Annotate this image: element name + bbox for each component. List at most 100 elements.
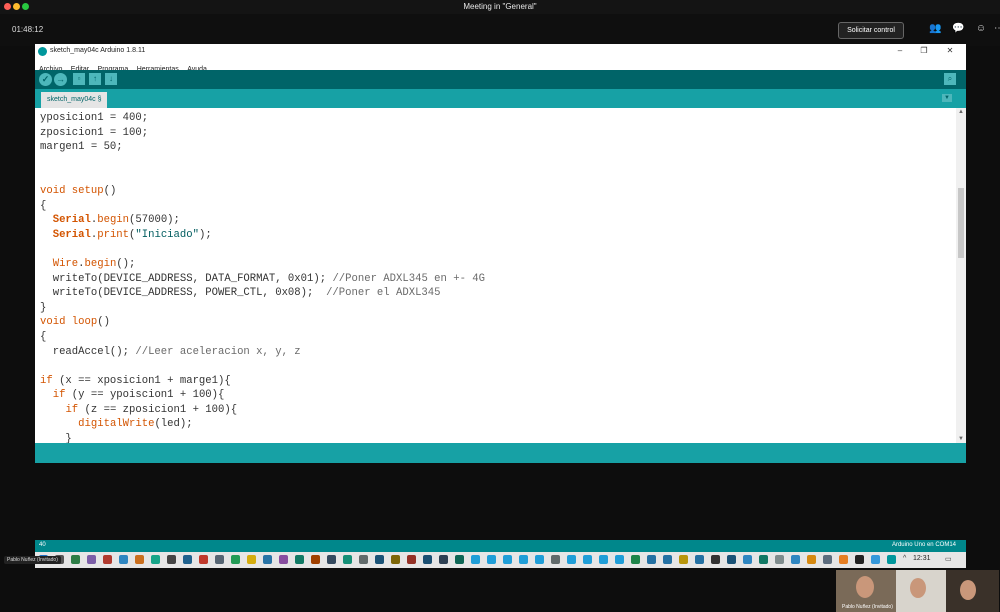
save-sketch-icon[interactable]: ↓ [105, 73, 117, 85]
app-icon[interactable] [839, 555, 848, 564]
app-icon[interactable] [279, 555, 288, 564]
app-icon[interactable] [103, 555, 112, 564]
code-line: digitalWrite(led); [78, 418, 193, 431]
request-control-button[interactable]: Solicitar control [838, 22, 904, 39]
people-icon[interactable]: 👥 [929, 23, 941, 35]
tray-chevron-icon[interactable]: ^ [903, 555, 906, 562]
upload-icon[interactable]: → [54, 73, 67, 86]
app-icon[interactable] [71, 555, 80, 564]
app-icon[interactable] [583, 555, 592, 564]
app-icon[interactable] [295, 555, 304, 564]
app-icon[interactable] [727, 555, 736, 564]
app-icon[interactable] [471, 555, 480, 564]
teams-title-bar: Meeting in "General" [0, 0, 1000, 14]
app-icon[interactable] [327, 555, 336, 564]
app-icon[interactable] [551, 555, 560, 564]
code-line: yposicion1 = 400; [40, 112, 149, 124]
app-icon[interactable] [695, 555, 704, 564]
app-icon[interactable] [823, 555, 832, 564]
line-number: 40 [39, 542, 46, 548]
app-icon[interactable] [855, 555, 864, 564]
app-icon[interactable] [423, 555, 432, 564]
scroll-down-icon[interactable]: ▼ [956, 436, 966, 442]
app-icon[interactable] [663, 555, 672, 564]
participant-video-tile[interactable]: Pablo Nuñez (Invitado) [836, 570, 999, 612]
verify-icon[interactable]: ✓ [39, 73, 52, 86]
chat-icon[interactable]: 💬 [952, 23, 964, 35]
app-icon[interactable] [535, 555, 544, 564]
app-icon[interactable] [743, 555, 752, 564]
editor-scrollbar[interactable]: ▲ ▼ [956, 108, 966, 443]
app-icon[interactable] [599, 555, 608, 564]
face-shape [910, 578, 926, 598]
new-sketch-icon[interactable]: ▫ [73, 73, 85, 85]
more-icon[interactable]: ⋯ [994, 23, 1000, 35]
app-icon[interactable] [519, 555, 528, 564]
notification-icon[interactable]: ▭ [945, 555, 952, 563]
app-icon[interactable] [215, 555, 224, 564]
code-line: if (x == xposicion1 + marge1){ [40, 374, 231, 387]
code-line: margen1 = 50; [40, 141, 123, 154]
restore-icon[interactable]: ❐ [919, 46, 929, 55]
app-icon[interactable] [711, 555, 720, 564]
app-icon[interactable] [199, 555, 208, 564]
code-line: void setup() [40, 184, 117, 197]
app-icon[interactable] [487, 555, 496, 564]
window-titlebar: sketch_may04c Arduino 1.8.11 – ❐ ✕ [35, 44, 966, 58]
console-divider[interactable] [35, 443, 966, 463]
scrollbar-thumb[interactable] [958, 188, 964, 258]
open-sketch-icon[interactable]: ↑ [89, 73, 101, 85]
tab-menu-chevron-down-icon[interactable]: ▼ [942, 94, 952, 102]
app-icon[interactable] [391, 555, 400, 564]
video-participant-label: Pablo Nuñez (Invitado) [842, 604, 893, 610]
app-icon[interactable] [631, 555, 640, 564]
presenter-name-badge: Pablo Nuñez (Invitado) [4, 556, 61, 564]
ide-status-bar: 40 Arduino Uno en COM14 [35, 540, 966, 552]
app-icon[interactable] [615, 555, 624, 564]
code-line: { [40, 199, 47, 212]
app-icon[interactable] [119, 555, 128, 564]
ide-toolbar: ✓ → ▫ ↑ ↓ ⌕ [35, 70, 966, 89]
scroll-up-icon[interactable]: ▲ [956, 109, 966, 115]
app-icon[interactable] [407, 555, 416, 564]
app-icon[interactable] [231, 555, 240, 564]
app-icon[interactable] [343, 555, 352, 564]
app-icon[interactable] [151, 555, 160, 564]
app-icon[interactable] [759, 555, 768, 564]
app-icon[interactable] [647, 555, 656, 564]
meeting-timer: 01:48:12 [12, 25, 44, 34]
code-line: zposicion1 = 100; [40, 126, 149, 139]
app-icon[interactable] [791, 555, 800, 564]
taskbar-clock: 12:31 [913, 555, 931, 562]
app-icon[interactable] [503, 555, 512, 564]
app-icon[interactable] [135, 555, 144, 564]
app-icon[interactable] [455, 555, 464, 564]
reactions-icon[interactable]: ☺ [975, 23, 987, 35]
close-icon[interactable]: ✕ [945, 46, 955, 55]
app-icon[interactable] [375, 555, 384, 564]
menu-bar: Archivo Editar Programa Herramientas Ayu… [35, 58, 966, 73]
window-title: sketch_may04c Arduino 1.8.11 [50, 47, 146, 54]
app-icon[interactable] [359, 555, 368, 564]
app-icon[interactable] [311, 555, 320, 564]
app-icon[interactable] [775, 555, 784, 564]
app-icon[interactable] [679, 555, 688, 564]
serial-monitor-icon[interactable]: ⌕ [944, 73, 956, 85]
app-icon[interactable] [871, 555, 880, 564]
sketch-tab[interactable]: sketch_may04c § [41, 92, 108, 108]
code-editor[interactable]: yposicion1 = 400; zposicion1 = 100; marg… [35, 108, 956, 443]
app-icon[interactable] [439, 555, 448, 564]
minimize-icon[interactable]: – [895, 46, 905, 55]
arduino-taskbar-icon[interactable] [887, 555, 896, 564]
app-icon[interactable] [87, 555, 96, 564]
app-icon[interactable] [167, 555, 176, 564]
app-icon[interactable] [567, 555, 576, 564]
video-person-middle [896, 570, 946, 612]
board-port: Arduino Uno en COM14 [891, 542, 956, 548]
code-line: Serial.print("Iniciado"); [52, 228, 212, 241]
app-icon[interactable] [247, 555, 256, 564]
app-icon[interactable] [807, 555, 816, 564]
code-line: } [40, 301, 47, 314]
app-icon[interactable] [183, 555, 192, 564]
app-icon[interactable] [263, 555, 272, 564]
